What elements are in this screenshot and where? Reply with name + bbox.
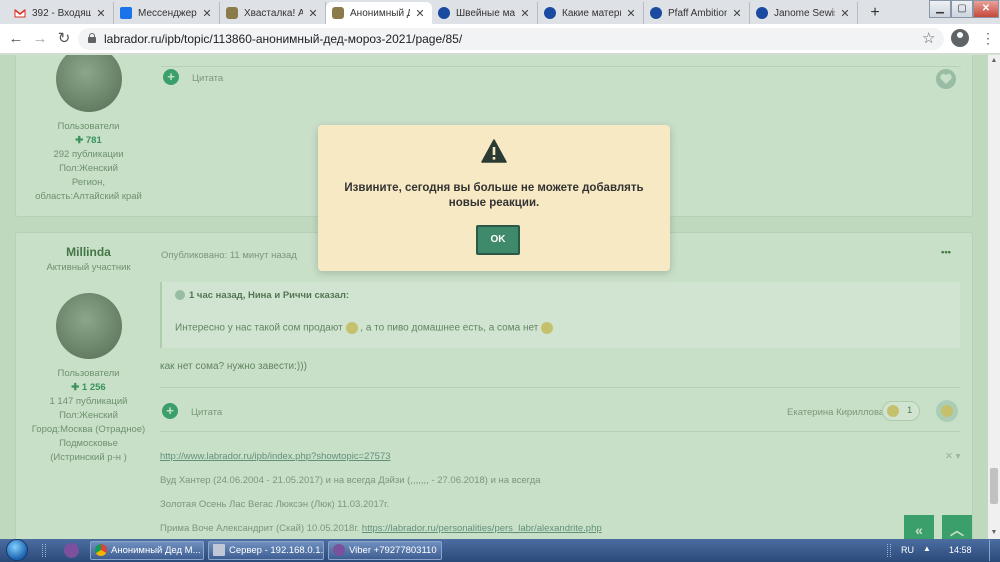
- taskbar-item-server[interactable]: Сервер - 192.168.0.1...: [208, 541, 324, 560]
- tab-strip: 392 - Входящие ✕ Мессенджер ✕ Хвасталка!…: [0, 0, 1000, 24]
- tab-anonymous-santa[interactable]: Анонимный Де ✕: [326, 2, 432, 24]
- tab-label: Хвасталка! Ано: [244, 7, 303, 19]
- tab-messenger[interactable]: Мессенджер ✕: [114, 2, 220, 24]
- dialog-message: Извините, сегодня вы больше не можете до…: [344, 182, 644, 209]
- chrome-icon: [95, 544, 107, 556]
- viber-quicklaunch-icon[interactable]: [64, 543, 79, 558]
- start-button[interactable]: [5, 539, 31, 562]
- close-icon[interactable]: ✕: [519, 7, 531, 20]
- maximize-button[interactable]: ▢: [951, 0, 973, 18]
- address-bar: ← → ↻ labrador.ru/ipb/topic/113860-анони…: [0, 24, 1000, 54]
- tab-gmail[interactable]: 392 - Входящие ✕: [8, 2, 114, 24]
- tab-label: Какие матери: [562, 7, 621, 19]
- warning-icon: [481, 139, 507, 163]
- back-button[interactable]: ←: [7, 30, 25, 48]
- browser-menu-icon[interactable]: ⋮: [981, 29, 995, 47]
- tab-label: Janome Sewist: [774, 7, 835, 19]
- close-icon[interactable]: ✕: [731, 7, 743, 20]
- close-icon[interactable]: ✕: [201, 7, 213, 20]
- lock-icon: [88, 33, 96, 43]
- close-window-button[interactable]: ✕: [973, 0, 999, 18]
- close-icon[interactable]: ✕: [95, 7, 107, 20]
- vertical-scrollbar[interactable]: [988, 55, 1000, 539]
- site-icon: [438, 7, 450, 19]
- clock[interactable]: 14:58: [949, 545, 972, 555]
- close-icon[interactable]: ✕: [307, 7, 319, 20]
- new-tab-button[interactable]: +: [865, 3, 885, 23]
- scroll-down-arrow[interactable]: ▼: [988, 527, 1000, 539]
- windows-logo-icon: [6, 539, 28, 561]
- tray-expand-icon[interactable]: ▲: [923, 544, 931, 553]
- reload-button[interactable]: ↻: [55, 30, 73, 48]
- site-icon: [650, 7, 662, 19]
- tab-sewing-machines[interactable]: Швейные маш ✕: [432, 2, 538, 24]
- tab-label: Швейные маш: [456, 7, 515, 19]
- close-icon[interactable]: ✕: [414, 7, 426, 20]
- gmail-icon: [14, 7, 26, 19]
- minimize-button[interactable]: ▁: [929, 0, 951, 18]
- tab-label: Pfaff Ambition: [668, 7, 727, 19]
- tab-label: Анонимный Де: [350, 7, 410, 19]
- scrollbar-thumb[interactable]: [990, 468, 998, 504]
- tab-label: 392 - Входящие: [32, 7, 91, 19]
- bookmark-star-icon[interactable]: ☆: [922, 29, 935, 47]
- labrador-icon: [332, 7, 344, 19]
- show-desktop-button[interactable]: [989, 540, 999, 561]
- taskbar-item-viber[interactable]: Viber +79277803110: [328, 541, 442, 560]
- labrador-icon: [226, 7, 238, 19]
- profile-avatar-icon[interactable]: [951, 29, 969, 47]
- tab-pfaff[interactable]: Pfaff Ambition ✕: [644, 2, 750, 24]
- tab-janome[interactable]: Janome Sewist ✕: [750, 2, 858, 24]
- scroll-up-arrow[interactable]: ▲: [988, 55, 1000, 67]
- tab-hvastalka[interactable]: Хвасталка! Ано ✕: [220, 2, 326, 24]
- tray-grip: [887, 544, 891, 557]
- forward-button[interactable]: →: [31, 30, 49, 48]
- tab-label: Мессенджер: [138, 7, 197, 19]
- taskbar: Анонимный Дед М... Сервер - 192.168.0.1.…: [0, 539, 1000, 562]
- ok-button[interactable]: OK: [476, 225, 520, 255]
- site-icon: [544, 7, 556, 19]
- system-tray: RU ▲ 14:58: [885, 539, 1000, 562]
- url-field[interactable]: labrador.ru/ipb/topic/113860-анонимный-д…: [78, 28, 944, 50]
- taskbar-item-chrome[interactable]: Анонимный Дед М...: [90, 541, 204, 560]
- taskbar-grip: [42, 544, 46, 557]
- remote-desktop-icon: [213, 544, 225, 556]
- alert-dialog: Извините, сегодня вы больше не можете до…: [318, 125, 670, 271]
- close-icon[interactable]: ✕: [839, 7, 851, 20]
- url-text: labrador.ru/ipb/topic/113860-анонимный-д…: [104, 32, 463, 46]
- site-icon: [756, 7, 768, 19]
- language-indicator[interactable]: RU: [901, 545, 914, 555]
- tab-materials[interactable]: Какие матери ✕: [538, 2, 644, 24]
- messenger-icon: [120, 7, 132, 19]
- close-icon[interactable]: ✕: [625, 7, 637, 20]
- viber-icon: [333, 544, 345, 556]
